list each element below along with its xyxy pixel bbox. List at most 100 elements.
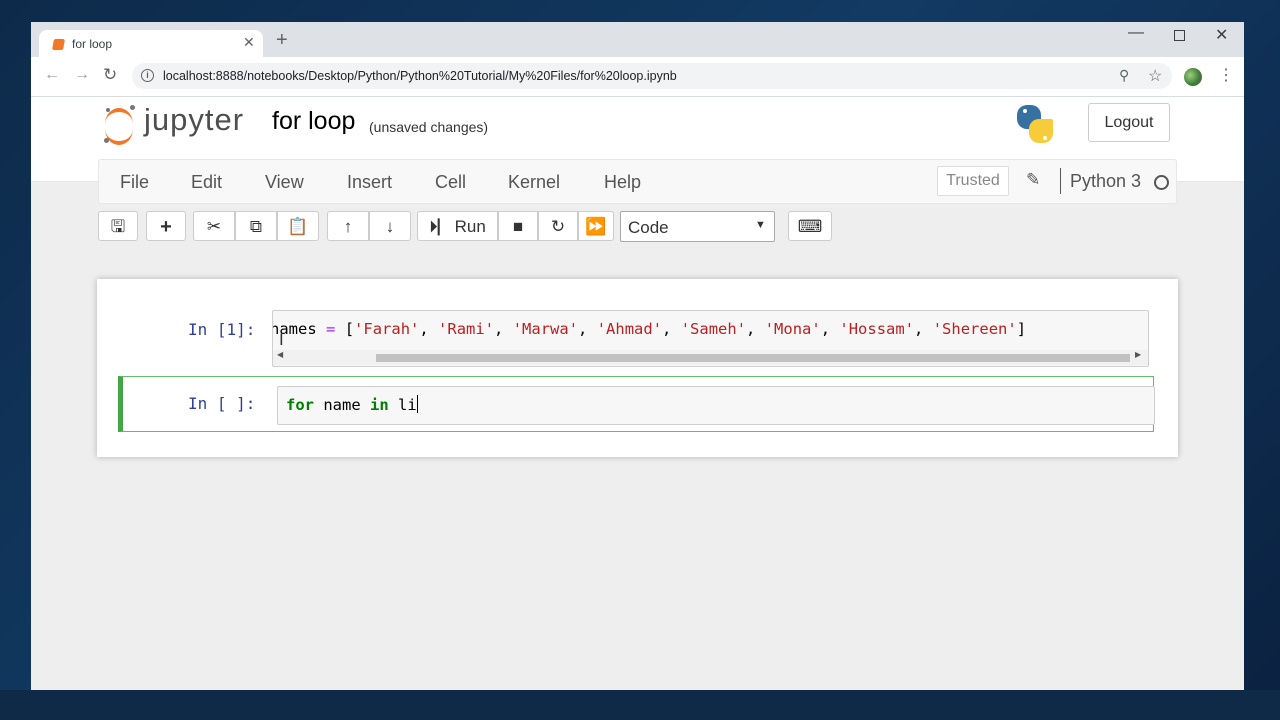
scroll-right-icon[interactable]: ▶	[1135, 350, 1141, 359]
scrollbar-thumb[interactable]	[376, 354, 1130, 362]
back-icon[interactable]: ←	[44, 66, 60, 84]
cell-type-select[interactable]: Code ▼	[620, 211, 775, 242]
scroll-left-icon[interactable]: ◀	[277, 350, 283, 359]
cut-button[interactable]: ✂	[193, 211, 235, 241]
string-token: 'Mona'	[764, 320, 821, 338]
code-cell-2-selected[interactable]: In [ ]: for name in li	[118, 376, 1155, 432]
input-prompt: In [1]:	[188, 320, 256, 339]
move-up-button[interactable]: ↑	[327, 211, 369, 241]
pencil-icon[interactable]: ✎	[1026, 170, 1040, 190]
menu-insert[interactable]: Insert	[347, 172, 392, 193]
code-token: ,	[578, 320, 597, 338]
browser-toolbar: ← → ↻ i localhost:8888/notebooks/Desktop…	[31, 57, 1244, 97]
reload-icon[interactable]: ↻	[103, 65, 117, 85]
cell-type-value: Code	[628, 218, 669, 237]
menu-cell[interactable]: Cell	[435, 172, 466, 193]
tab-strip: for loop ✕ + — ✕	[31, 22, 1244, 57]
browser-window: for loop ✕ + — ✕ ← → ↻ i localhost:8888/…	[31, 22, 1244, 690]
copy-button[interactable]: ⧉	[235, 211, 277, 241]
notebook-favicon-icon	[52, 39, 65, 50]
minimize-icon[interactable]: —	[1128, 24, 1144, 42]
notebook-name[interactable]: for loop	[272, 107, 355, 136]
copy-icon: ⧉	[249, 217, 263, 236]
string-token: 'Hossam'	[839, 320, 915, 338]
code-token: name	[314, 396, 370, 414]
menu-help[interactable]: Help	[604, 172, 641, 193]
restart-run-all-button[interactable]: ⏩	[578, 211, 614, 241]
code-token: ,	[746, 320, 765, 338]
string-token: 'Shereen'	[932, 320, 1017, 338]
code-cell-1-input[interactable]: names = ['Farah', 'Rami', 'Marwa', 'Ahma…	[272, 310, 1149, 367]
stop-icon: ■	[512, 217, 524, 236]
code-token: =	[326, 320, 336, 338]
move-down-button[interactable]: ↓	[369, 211, 411, 241]
jupyter-logo-icon[interactable]	[103, 105, 137, 145]
interrupt-button[interactable]: ■	[498, 211, 538, 241]
code-token: ,	[914, 320, 933, 338]
profile-avatar[interactable]	[1184, 68, 1202, 86]
string-token: 'Marwa'	[512, 320, 579, 338]
text-caret	[416, 395, 419, 413]
address-bar[interactable]: i localhost:8888/notebooks/Desktop/Pytho…	[132, 63, 1172, 89]
run-label: Run	[454, 217, 486, 236]
keyword-token: in	[370, 396, 389, 414]
insert-cell-button[interactable]: +	[146, 211, 186, 241]
command-palette-button[interactable]: ⌨	[788, 211, 832, 241]
logout-button[interactable]: Logout	[1088, 103, 1170, 142]
forward-icon[interactable]: →	[74, 66, 90, 84]
string-token: 'Ahmad'	[596, 320, 663, 338]
keyword-token: for	[286, 396, 314, 414]
keyboard-icon: ⌨	[797, 217, 823, 236]
text-cursor-icon: I	[279, 330, 284, 349]
kernel-idle-icon	[1154, 175, 1169, 190]
paste-button[interactable]: 📋	[277, 211, 319, 241]
string-token: 'Rami'	[438, 320, 495, 338]
kernel-name[interactable]: Python 3	[1070, 171, 1141, 192]
horizontal-scrollbar[interactable]: ◀ ▶	[273, 350, 1148, 365]
run-icon: ⏵▏	[429, 217, 455, 236]
notebook-toolbar: 🖫 + ✂ ⧉ 📋 ↑ ↓ ⏵▏Run ■ ↻ ⏩ Code ▼ ⌨	[31, 209, 1244, 249]
code-token: ]	[1016, 320, 1027, 338]
menu-kernel[interactable]: Kernel	[508, 172, 560, 193]
star-icon[interactable]: ☆	[1148, 66, 1162, 86]
restart-icon: ↻	[550, 217, 566, 236]
menu-file[interactable]: File	[120, 172, 149, 193]
code-line[interactable]: for name in li	[286, 395, 419, 414]
string-token: 'Sameh'	[680, 320, 747, 338]
code-token: [	[335, 320, 355, 338]
notebook-container: In [1]: names = ['Farah', 'Rami', 'Marwa…	[97, 279, 1178, 457]
menu-edit[interactable]: Edit	[191, 172, 222, 193]
info-icon[interactable]: i	[141, 69, 154, 82]
run-button[interactable]: ⏵▏Run	[417, 211, 498, 241]
code-line[interactable]: names = ['Farah', 'Rami', 'Marwa', 'Ahma…	[273, 320, 1027, 338]
code-token: li	[388, 396, 417, 414]
desktop-background	[0, 690, 1280, 720]
fast-forward-icon: ⏩	[585, 217, 607, 236]
save-icon: 🖫	[110, 217, 126, 236]
tab-title: for loop	[72, 37, 113, 51]
save-button[interactable]: 🖫	[98, 211, 138, 241]
code-token: ,	[662, 320, 681, 338]
new-tab-icon[interactable]: +	[276, 30, 288, 50]
code-cell-2-input[interactable]: for name in li	[277, 386, 1155, 425]
window-close-icon[interactable]: ✕	[1215, 25, 1228, 45]
save-status: (unsaved changes)	[369, 119, 489, 135]
paste-icon: 📋	[287, 217, 309, 236]
arrow-down-icon: ↓	[385, 217, 395, 236]
close-tab-icon[interactable]: ✕	[243, 34, 255, 51]
url-text[interactable]: localhost:8888/notebooks/Desktop/Python/…	[163, 69, 677, 83]
restart-button[interactable]: ↻	[538, 211, 578, 241]
menu-icon[interactable]: ⋮	[1218, 65, 1234, 85]
menu-view[interactable]: View	[265, 172, 304, 193]
code-token: ,	[419, 320, 439, 338]
maximize-icon[interactable]	[1174, 30, 1185, 41]
zoom-icon[interactable]: ⚲	[1119, 67, 1129, 84]
trusted-indicator[interactable]: Trusted	[937, 166, 1009, 196]
code-token: ,	[820, 320, 840, 338]
chevron-down-icon: ▼	[755, 219, 766, 231]
browser-tab[interactable]: for loop ✕	[39, 30, 263, 57]
divider	[1060, 168, 1061, 194]
python-logo-icon	[1015, 105, 1055, 145]
jupyter-wordmark[interactable]: jupyter	[144, 102, 244, 138]
plus-icon: +	[160, 216, 172, 238]
